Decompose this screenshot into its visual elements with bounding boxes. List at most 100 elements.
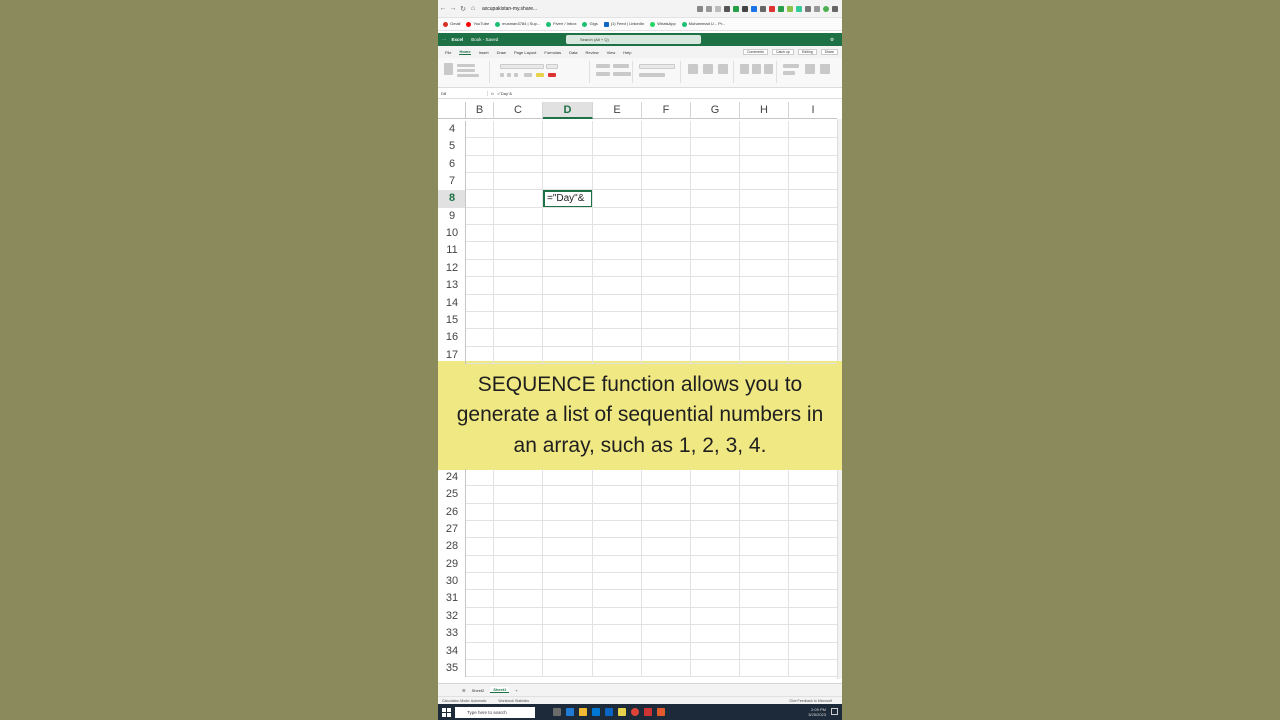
borders-icon[interactable] [524,73,532,77]
sheet-list-icon[interactable]: ☰ [462,688,466,693]
profile-avatar[interactable] [823,5,829,12]
reload-icon[interactable]: ↻ [458,5,468,13]
align-icon[interactable] [596,64,610,68]
tab-formulas[interactable]: Formulas [544,50,561,55]
file-explorer-icon[interactable] [579,708,587,716]
task-view-icon[interactable] [553,708,561,716]
sheet-tab-sheet1[interactable]: Sheet1 [490,687,510,693]
add-sheet-icon[interactable]: + [515,688,517,693]
search-input[interactable]: Search (Alt + Q) [566,35,701,44]
row-header-13[interactable]: 13 [438,277,466,294]
conditional-formatting-icon[interactable] [688,64,698,74]
bookmark-item[interactable]: musman3784 | Sup... [495,21,540,27]
bookmark-item[interactable]: YouTube [466,21,489,27]
fill-color-icon[interactable] [536,73,544,77]
tab-page-layout[interactable]: Page Layout [514,50,536,55]
column-header-i[interactable]: I [789,102,837,119]
autosum-icon[interactable] [783,64,799,68]
document-name[interactable]: Book - Saved [471,37,498,42]
column-header-e[interactable]: E [593,102,642,119]
tab-home[interactable]: Home [459,49,471,55]
bold-icon[interactable] [500,73,504,77]
extension-icon[interactable] [787,5,793,12]
merge-center-icon[interactable] [613,72,631,76]
row-header-30[interactable]: 30 [438,573,466,590]
row-header-28[interactable]: 28 [438,538,466,555]
taskbar-search-input[interactable]: Type here to search [455,706,535,718]
row-header-4[interactable]: 4 [438,121,466,138]
bookmark-item[interactable]: Gigs [582,21,598,27]
row-header-26[interactable]: 26 [438,504,466,521]
extension-icon[interactable] [769,5,775,12]
editing-mode-button[interactable]: Editing [797,49,817,55]
row-header-11[interactable]: 11 [438,242,466,259]
find-select-icon[interactable] [820,64,830,74]
comments-button[interactable]: Comments [743,49,768,55]
app-launcher-icon[interactable]: ⋯ [442,37,447,43]
forward-icon[interactable]: → [448,5,458,12]
name-box[interactable]: D8 [438,91,488,96]
align-icon[interactable] [596,72,610,76]
column-header-d[interactable]: D [543,102,593,119]
app-name[interactable]: Excel [452,37,464,42]
row-header-29[interactable]: 29 [438,556,466,573]
row-header-5[interactable]: 5 [438,138,466,155]
app-icon[interactable] [644,708,652,716]
format-as-table-icon[interactable] [703,64,713,74]
app-icon[interactable] [657,708,665,716]
feedback-link[interactable]: Give Feedback to Microsoft [789,699,842,703]
extension-icon[interactable] [742,5,748,12]
row-header-33[interactable]: 33 [438,625,466,642]
edge-icon[interactable] [566,708,574,716]
number-format-select[interactable] [639,64,675,69]
row-header-32[interactable]: 32 [438,608,466,625]
format-painter-icon[interactable] [457,74,479,77]
column-header-g[interactable]: G [691,102,740,119]
copy-icon[interactable] [457,69,475,72]
paste-icon[interactable] [444,63,453,75]
tab-review[interactable]: Review [586,50,599,55]
font-name-select[interactable] [500,64,544,69]
extension-icon[interactable] [733,5,739,12]
extension-icon[interactable] [760,5,766,12]
tab-insert[interactable]: Insert [479,50,489,55]
insert-cells-icon[interactable] [740,64,749,74]
mail-icon[interactable] [605,708,613,716]
sticky-notes-icon[interactable] [618,708,626,716]
share-page-icon[interactable] [706,5,712,12]
workbook-statistics[interactable]: Workbook Statistics [498,699,529,703]
underline-icon[interactable] [514,73,518,77]
bookmark-item[interactable]: Muhammad U... Pr... [681,21,725,27]
italic-icon[interactable] [507,73,511,77]
extension-icon[interactable] [778,5,784,12]
row-header-10[interactable]: 10 [438,225,466,242]
back-icon[interactable]: ← [438,5,448,12]
active-cell-d8[interactable]: ="Day"& [543,190,593,208]
tab-file[interactable]: File [445,50,451,55]
row-header-34[interactable]: 34 [438,643,466,660]
column-header-b[interactable]: B [466,102,494,119]
settings-icon[interactable]: ⚙ [830,37,842,43]
row-header-16[interactable]: 16 [438,329,466,346]
font-size-select[interactable] [546,64,558,69]
bookmark-item[interactable]: WhatsApp [650,21,676,27]
tab-draw[interactable]: Draw [497,50,506,55]
row-header-12[interactable]: 12 [438,260,466,277]
wrap-text-icon[interactable] [613,64,629,68]
fx-icon[interactable]: fx [488,91,497,96]
url-field[interactable]: axcupakistan-my.share... [482,6,537,12]
row-header-9[interactable]: 9 [438,208,466,225]
number-format-icons[interactable] [639,73,665,77]
row-header-8[interactable]: 8 [438,190,466,208]
formula-input[interactable]: ="Day"& [497,91,512,96]
select-all-corner[interactable] [438,102,466,119]
extension-icon[interactable] [751,5,757,12]
star-icon[interactable] [715,5,721,12]
chrome-icon[interactable] [631,708,639,716]
column-header-h[interactable]: H [740,102,789,119]
row-header-6[interactable]: 6 [438,156,466,173]
notification-icon[interactable] [831,708,838,715]
row-header-17[interactable]: 17 [438,347,466,364]
row-header-35[interactable]: 35 [438,660,466,677]
share-button[interactable]: Share [820,49,838,55]
